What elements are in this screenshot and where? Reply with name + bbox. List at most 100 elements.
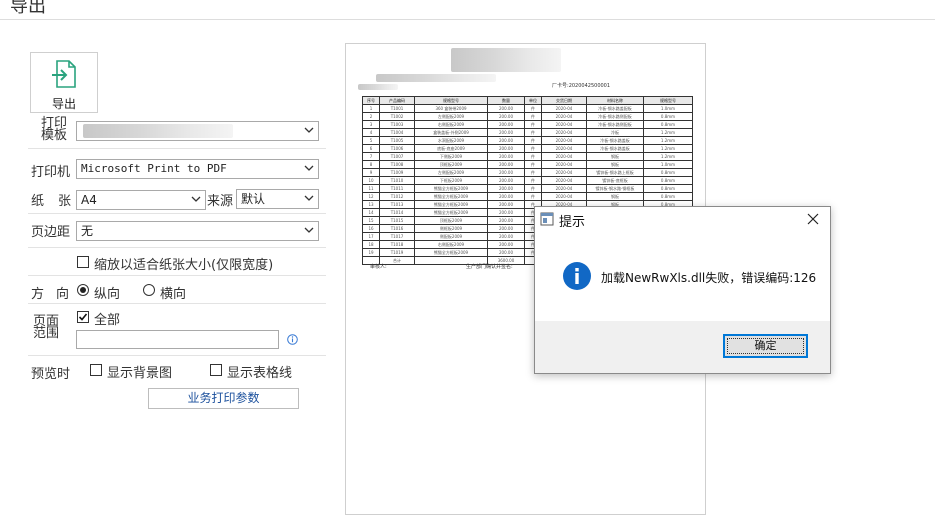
table-cell: 件 xyxy=(524,152,542,161)
table-row: 2 T1002 左侧配板2009 200.00 件 2020-04 冷板-钢水路侧配板 0.8… xyxy=(362,112,693,121)
table-cell: 12 xyxy=(362,192,380,201)
table-cell: 冷板-钢水路盖板 xyxy=(586,144,644,153)
divider xyxy=(28,148,326,149)
chevron-down-icon xyxy=(304,127,314,133)
table-cell: 18 xyxy=(362,240,380,249)
table-cell: 200.00 xyxy=(487,160,525,169)
table-cell: 2020-04 xyxy=(541,168,587,177)
table-cell: 单位 xyxy=(524,96,542,105)
table-row: 10 T1010 下框板2009 200.00 件 2020-04 镀锌板-底框板 0.8mm xyxy=(362,176,693,185)
table-cell: 7 xyxy=(362,152,380,161)
page-range-input[interactable] xyxy=(76,330,279,349)
table-cell: 2020-04 xyxy=(541,104,587,113)
margin-select[interactable]: 无 xyxy=(76,221,319,241)
table-cell: 0.8mm xyxy=(643,168,693,177)
table-cell: 1.2mm xyxy=(643,144,693,153)
template-select[interactable] xyxy=(76,121,319,141)
table-cell: 1 xyxy=(362,104,380,113)
table-cell: 0.8mm xyxy=(643,112,693,121)
table-cell: 16 xyxy=(362,224,380,233)
table-row: 12 T1012 熊猫全方框板2009 200.00 件 2020-04 钢板 0.8mm xyxy=(362,192,693,201)
table-cell: T1012 xyxy=(379,192,415,201)
table-cell: 200.00 xyxy=(487,168,525,177)
export-button[interactable]: 导出 xyxy=(30,52,98,113)
table-cell: T1005 xyxy=(379,136,415,145)
landscape-label: 横向 xyxy=(160,287,187,302)
table-cell: 2020-04 xyxy=(541,120,587,129)
table-cell: 200.00 xyxy=(487,104,525,113)
product-no-redacted xyxy=(358,84,398,90)
table-cell: 右侧配板2009 xyxy=(414,240,488,249)
table-cell: 2020-04 xyxy=(541,144,587,153)
table-cell: 件 xyxy=(524,144,542,153)
source-select[interactable]: 默认 xyxy=(236,189,319,209)
table-cell: 侧配板2009 xyxy=(414,232,488,241)
table-cell: 2 xyxy=(362,112,380,121)
table-cell: 200.00 xyxy=(487,224,525,233)
table-cell: 下框板2009 xyxy=(414,176,488,185)
show-bg-label: 显示背景图 xyxy=(107,366,173,381)
table-cell: 数量 xyxy=(487,96,525,105)
table-cell: 侧框板2009 xyxy=(414,224,488,233)
show-grid-checkbox[interactable] xyxy=(210,364,222,376)
printer-label: 打印机 xyxy=(31,165,71,180)
table-row: 5 T1005 水洞配板2009 200.00 件 2020-04 冷板-钢水路盖板 1.2m… xyxy=(362,136,693,145)
table-cell: 镀锌板-钢水路上框板 xyxy=(586,168,644,177)
direction-label: 方向 xyxy=(31,283,69,302)
direction-label-2: 向 xyxy=(56,287,70,302)
company-redacted xyxy=(376,74,496,82)
document-title-redacted xyxy=(451,48,561,72)
table-cell: 熊猫全方框板2009 xyxy=(414,200,488,209)
divider xyxy=(28,247,326,248)
table-cell: T1001 xyxy=(379,104,415,113)
paper-select[interactable]: A4 xyxy=(76,190,206,210)
source-label: 来源 xyxy=(207,194,234,209)
table-cell: 200.00 xyxy=(487,240,525,249)
table-cell: 200.00 xyxy=(487,136,525,145)
range-label-line2: 范围 xyxy=(33,326,60,341)
printer-value: Microsoft Print to PDF xyxy=(81,162,227,175)
ok-button[interactable]: 确定 xyxy=(723,334,808,358)
table-cell: 1.2mm xyxy=(643,152,693,161)
template-label-line2: 模板 xyxy=(41,128,68,143)
table-cell: T1009 xyxy=(379,168,415,177)
table-cell: T1010 xyxy=(379,176,415,185)
paper-label-2: 张 xyxy=(58,194,72,209)
table-cell: 200.00 xyxy=(487,192,525,201)
table-cell: 熊猫全方框板2009 xyxy=(414,192,488,201)
table-cell: 件 xyxy=(524,104,542,113)
close-icon[interactable] xyxy=(807,213,819,225)
table-cell: 件 xyxy=(524,192,542,201)
table-cell: T1014 xyxy=(379,208,415,217)
divider xyxy=(28,355,326,356)
all-pages-checkbox[interactable] xyxy=(77,311,89,323)
business-params-button[interactable]: 业务打印参数 xyxy=(148,388,299,409)
table-cell: T1018 xyxy=(379,240,415,249)
table-cell: 序号 xyxy=(362,96,380,105)
table-cell: T1007 xyxy=(379,152,415,161)
table-cell: 材料名称 xyxy=(586,96,644,105)
printer-select[interactable]: Microsoft Print to PDF xyxy=(76,159,319,179)
portrait-radio[interactable] xyxy=(77,284,89,296)
table-cell: T1011 xyxy=(379,184,415,193)
table-cell: 2020-04 xyxy=(541,192,587,201)
scale-checkbox[interactable] xyxy=(77,256,89,268)
landscape-radio[interactable] xyxy=(143,284,155,296)
table-cell: 2020-04 xyxy=(541,112,587,121)
info-icon xyxy=(563,262,591,290)
table-cell: T1004 xyxy=(379,128,415,137)
table-cell: 1.2mm xyxy=(643,128,693,137)
table-cell: 规格型号 xyxy=(414,96,488,105)
table-cell: 冷板-钢水路侧配板 xyxy=(586,112,644,121)
info-icon[interactable] xyxy=(287,334,298,345)
table-cell: 件 xyxy=(524,128,542,137)
table-cell: 2020-04 xyxy=(541,128,587,137)
table-cell: 2020-04 xyxy=(541,136,587,145)
table-cell: 件 xyxy=(524,112,542,121)
chevron-down-icon xyxy=(191,196,201,202)
dialog-message: 加载NewRwXls.dll失败，错误编码:126 xyxy=(601,271,817,285)
checkmark-icon xyxy=(78,313,88,321)
scale-label: 缩放以适合纸张大小(仅限宽度) xyxy=(94,258,274,273)
show-bg-checkbox[interactable] xyxy=(90,364,102,376)
table-cell: 左侧配板2009 xyxy=(414,168,488,177)
